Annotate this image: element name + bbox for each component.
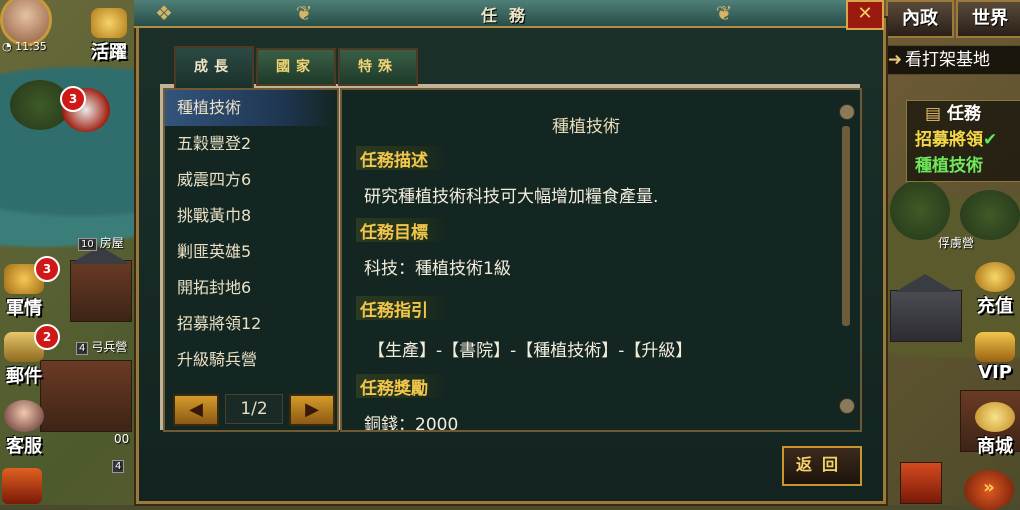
barracks-building[interactable] [40, 360, 132, 432]
task-recruit-text: 招募將領 [915, 130, 983, 150]
scroll-up-icon[interactable] [839, 104, 855, 120]
house-level: 10 [78, 238, 97, 251]
scroll-icon: ▤ [925, 104, 942, 124]
clock: ◔ 11:35 [2, 40, 47, 53]
prison-building[interactable] [890, 290, 962, 342]
small-level: 4 [112, 460, 125, 473]
customer-service-button[interactable]: 客服 [0, 400, 48, 458]
goal-text: 科技：種植技術1級 [364, 259, 511, 279]
shop-button[interactable]: 商城 [970, 402, 1020, 458]
activity-button[interactable]: 活躍 [84, 8, 134, 64]
gold-coin-icon [975, 262, 1015, 292]
service-avatar-icon [4, 400, 44, 432]
recharge-button[interactable]: 充值 [970, 262, 1020, 318]
activity-label: 活躍 [91, 42, 127, 63]
list-item[interactable]: 五穀豐登2 [165, 126, 337, 162]
arrow-right-icon: ➜ [887, 50, 903, 70]
check-icon: ✔ [983, 130, 998, 150]
list-item[interactable]: 招募將領12 [165, 306, 337, 342]
quest-detail-panel: 種植技術 任務描述 研究種植技術科技可大幅增加糧食產量. 任務目標 科技：種植技… [340, 88, 862, 432]
arrow-left-icon: ◀ [189, 399, 203, 420]
service-label: 客服 [6, 436, 42, 457]
next-page-button[interactable]: ▶ [289, 394, 335, 426]
small-number: 00 [114, 432, 130, 446]
tree [890, 180, 950, 240]
task-recruit[interactable]: 招募將領✔ [907, 127, 1020, 153]
description-heading: 任務描述 [356, 146, 446, 171]
vip-button[interactable]: VIP [970, 332, 1020, 383]
activity-icon [91, 8, 127, 38]
list-item[interactable]: 升級騎兵營 [165, 342, 337, 378]
house-name: 房屋 [99, 236, 124, 250]
quest-list: 種植技術 五穀豐登2 威震四方6 挑戰黃巾8 剿匪英雄5 開拓封地6 招募將領1… [163, 88, 339, 432]
gold-ingot-icon [975, 402, 1015, 432]
guide-heading: 任務指引 [356, 296, 446, 321]
axe-badge: 3 [60, 86, 86, 112]
list-item[interactable]: 剿匪英雄5 [165, 234, 337, 270]
mail-badge: 2 [34, 324, 60, 350]
arrow-right-icon: ▶ [305, 399, 319, 420]
reward-heading: 任務獎勵 [356, 374, 446, 399]
quest-tracker-text: 看打架基地 [905, 50, 990, 70]
recharge-label: 充值 [977, 296, 1013, 317]
task-tracker-panel[interactable]: ▤ 任務 招募將領✔ 種植技術 [906, 100, 1020, 182]
guide-text: 【生產】-【書院】-【種植技術】-【升級】 [368, 341, 693, 361]
quest-tracker-bar[interactable]: ➜ 看打架基地 [884, 45, 1020, 75]
dialog-title-bar: ❖ ❦ ❦ 任務 [134, 0, 884, 28]
tree [960, 190, 1020, 240]
scroll-down-icon[interactable] [839, 398, 855, 414]
detail-scrollbar[interactable] [838, 104, 855, 414]
scroll-thumb[interactable] [842, 126, 850, 326]
house-label: 10 房屋 [78, 234, 124, 251]
reward-text: 銅錢：2000 [364, 415, 459, 432]
task-header-text: 任務 [946, 104, 981, 124]
pager: ◀ 1/2 ▶ [165, 394, 337, 426]
detail-title: 種植技術 [552, 117, 620, 137]
task-current[interactable]: 種植技術 [907, 153, 1020, 179]
shop-label: 商城 [977, 436, 1013, 457]
world-button[interactable]: 世界 [956, 0, 1020, 38]
tab-growth[interactable]: 成長 [174, 46, 254, 88]
vip-label: VIP [978, 362, 1012, 383]
mail-label: 郵件 [6, 366, 42, 387]
bottom-left-scroll-icon[interactable] [2, 468, 42, 504]
list-item[interactable]: 挑戰黃巾8 [165, 198, 337, 234]
treasure-chest[interactable] [900, 462, 942, 504]
internal-affairs-button[interactable]: 內政 [886, 0, 954, 38]
house-building[interactable] [70, 260, 132, 322]
close-button[interactable]: ✕ [846, 0, 884, 30]
list-item[interactable]: 威震四方6 [165, 162, 337, 198]
archer-label: 4 弓兵營 [76, 338, 127, 355]
archer-level: 4 [76, 342, 89, 355]
back-button[interactable]: 返回 [782, 446, 862, 486]
archer-name: 弓兵營 [91, 340, 128, 354]
tab-special[interactable]: 特殊 [338, 48, 418, 86]
prev-page-button[interactable]: ◀ [173, 394, 219, 426]
list-item[interactable]: 種植技術 [165, 90, 337, 126]
military-label: 軍情 [6, 298, 42, 319]
goal-heading: 任務目標 [356, 218, 446, 243]
next-icon[interactable]: » [964, 470, 1014, 510]
small-building-number: 00 [114, 432, 129, 446]
dialog-title: 任務 [480, 6, 537, 25]
page-indicator: 1/2 [225, 394, 283, 424]
prison-label: 俘虜營 [938, 236, 975, 250]
small-building-label: 4 [112, 458, 127, 473]
clock-text: 11:35 [15, 40, 47, 53]
description-text: 研究種植技術科技可大幅增加糧食產量. [364, 187, 659, 207]
prison-roof [895, 274, 955, 292]
list-item[interactable]: 開拓封地6 [165, 270, 337, 306]
task-header: ▤ 任務 [907, 101, 1020, 127]
vip-icon [975, 332, 1015, 362]
military-badge: 3 [34, 256, 60, 282]
tab-nation[interactable]: 國家 [256, 48, 336, 86]
